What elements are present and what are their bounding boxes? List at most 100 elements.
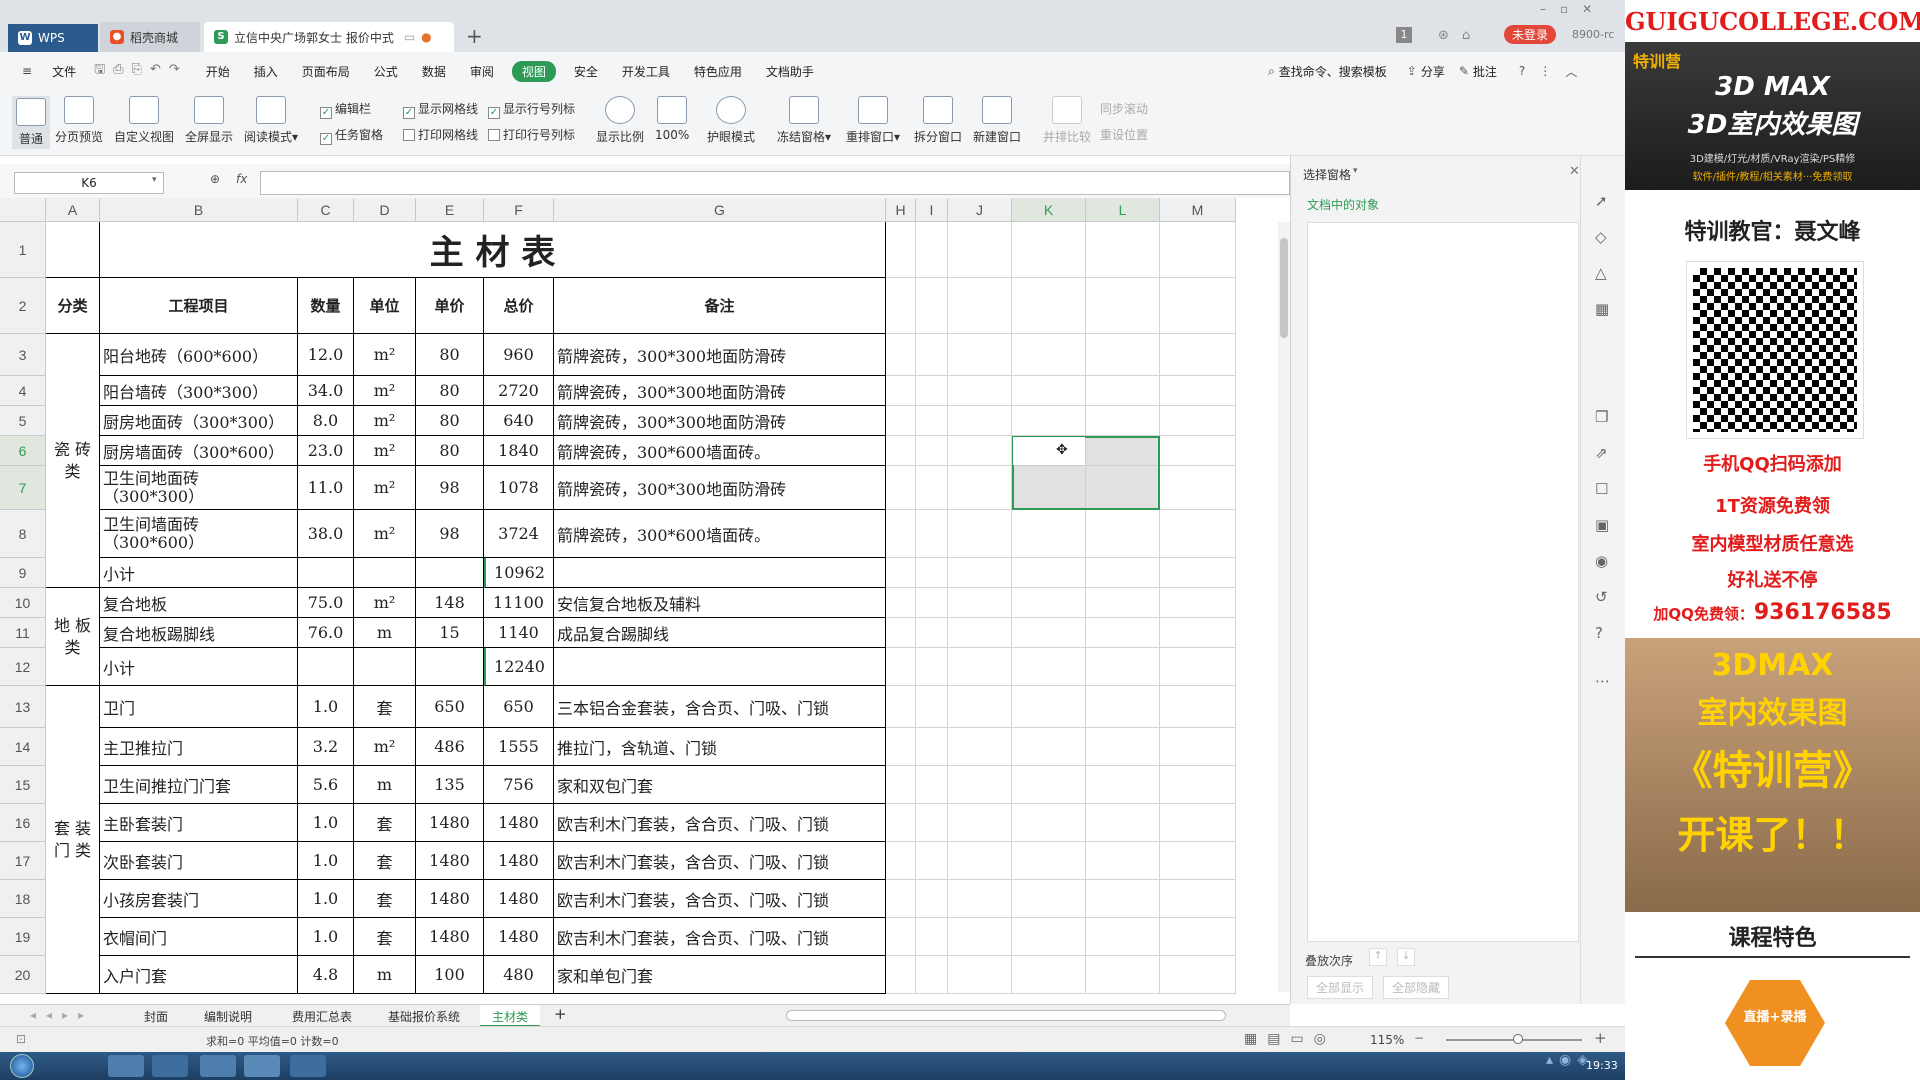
column-header[interactable]: D	[354, 198, 416, 222]
grid-cell[interactable]	[916, 804, 948, 842]
copy-icon[interactable]: ❐	[1595, 408, 1608, 426]
sheet-tab-cover[interactable]: 封面	[144, 1008, 168, 1025]
grid-cell[interactable]	[1012, 956, 1086, 994]
grid-cell[interactable]	[1086, 956, 1160, 994]
cell-price[interactable]	[416, 558, 484, 588]
grid-cell[interactable]	[948, 510, 1012, 558]
cell-item[interactable]: 厨房墙面砖（300*600）	[100, 436, 298, 466]
column-header[interactable]: B	[100, 198, 298, 222]
zoom-formula-icon[interactable]: ⊕	[210, 172, 220, 186]
cell-item[interactable]: 卫生间墙面砖 （300*600）	[100, 510, 298, 558]
cell-total[interactable]: 11100	[484, 588, 554, 618]
row-header[interactable]: 17	[0, 842, 46, 880]
menu-insert[interactable]: 插入	[242, 63, 290, 80]
grid-cell[interactable]	[916, 618, 948, 648]
menu-features[interactable]: 特色应用	[682, 63, 754, 80]
grid-cell[interactable]	[916, 222, 948, 278]
grid-cell[interactable]	[948, 588, 1012, 618]
more-icon[interactable]: ⋮	[1539, 64, 1551, 78]
start-icon[interactable]	[10, 1054, 34, 1078]
quick-access-icons[interactable]: 🖫⎙⎘↶↷	[88, 60, 194, 82]
style-icon[interactable]: △	[1595, 264, 1607, 282]
spreadsheet-grid[interactable]: A B C D E F G H I J K L M 1 2 3 4 5 6 7 8 9 10 11 12 13 14 15 16 17 18…	[0, 198, 1290, 1004]
row-header[interactable]: 6	[0, 436, 46, 466]
cell-price[interactable]: 100	[416, 956, 484, 994]
help-circle-icon[interactable]: ?	[1595, 624, 1603, 642]
column-header[interactable]: G	[554, 198, 886, 222]
grid-cell[interactable]	[1160, 918, 1236, 956]
menu-layout[interactable]: 页面布局	[290, 63, 362, 80]
sheet-tab-base[interactable]: 基础报价系统	[388, 1008, 460, 1025]
grid-cell[interactable]	[948, 334, 1012, 376]
grid-cell[interactable]	[948, 558, 1012, 588]
zoom-level[interactable]: 115%	[1370, 1033, 1404, 1047]
cell-total[interactable]: 1480	[484, 842, 554, 880]
cell-price[interactable]: 98	[416, 510, 484, 558]
menu-formula[interactable]: 公式	[362, 63, 410, 80]
cell-unit[interactable]: 套	[354, 804, 416, 842]
category-cell[interactable]: 瓷 砖 类	[46, 334, 100, 588]
grid-cell[interactable]	[1086, 842, 1160, 880]
arrow-up-icon[interactable]: ↑	[1369, 948, 1387, 966]
grid-cell[interactable]	[46, 222, 100, 278]
cell-note[interactable]: 欧吉利木门套装，含合页、门吸、门锁	[554, 804, 886, 842]
check-show-headers[interactable]: ✓ 显示行号列标	[488, 100, 575, 119]
cell-unit[interactable]: m²	[354, 510, 416, 558]
collapse-ribbon-icon[interactable]: ︿	[1565, 63, 1577, 80]
grid-cell[interactable]	[1160, 618, 1236, 648]
row-header[interactable]: 2	[0, 278, 46, 334]
cell-note[interactable]: 三本铝合金套装，含合页、门吸、门锁	[554, 686, 886, 728]
grid-cell[interactable]	[948, 618, 1012, 648]
custom-view-button[interactable]: 自定义视图	[114, 96, 174, 145]
grid-cell[interactable]	[1160, 466, 1236, 510]
cell-note[interactable]: 欧吉利木门套装，含合页、门吸、门锁	[554, 842, 886, 880]
window-controls[interactable]: –▫✕	[1540, 2, 1606, 16]
row-header[interactable]: 18	[0, 880, 46, 918]
grid-cell[interactable]	[1012, 510, 1086, 558]
table-icon[interactable]: ▦	[1595, 300, 1609, 318]
row-header[interactable]: 4	[0, 376, 46, 406]
grid-cell[interactable]	[1086, 558, 1160, 588]
cell-unit[interactable]: m	[354, 766, 416, 804]
grid-cell[interactable]	[886, 376, 916, 406]
cell-price[interactable]: 1480	[416, 804, 484, 842]
cell-item[interactable]: 小计	[100, 648, 298, 686]
cell-qty[interactable]: 1.0	[298, 686, 354, 728]
grid-cell[interactable]	[1086, 766, 1160, 804]
cell-note[interactable]: 欧吉利木门套装，含合页、门吸、门锁	[554, 880, 886, 918]
grid-cell[interactable]	[916, 510, 948, 558]
share-button[interactable]: 分享	[1421, 63, 1445, 80]
sheet-tab-active[interactable]: 主材类	[480, 1005, 541, 1027]
column-header[interactable]: H	[886, 198, 916, 222]
cell-total[interactable]: 12240	[484, 648, 554, 686]
cell-total[interactable]: 1140	[484, 618, 554, 648]
grid-cell[interactable]	[1160, 804, 1236, 842]
reset-position-button[interactable]: 重设位置	[1100, 126, 1148, 143]
row-header[interactable]: 15	[0, 766, 46, 804]
cell-item[interactable]: 衣帽间门	[100, 918, 298, 956]
cell-item[interactable]: 小孩房套装门	[100, 880, 298, 918]
cell-price[interactable]	[416, 648, 484, 686]
zoom-button[interactable]: 显示比例	[596, 96, 644, 145]
menu-assistant[interactable]: 文档助手	[754, 63, 826, 80]
grid-cell[interactable]	[1012, 558, 1086, 588]
column-header[interactable]: F	[484, 198, 554, 222]
zoom-in-icon[interactable]: +	[1594, 1029, 1607, 1047]
cell-note[interactable]: 推拉门，含轨道、门锁	[554, 728, 886, 766]
grid-cell[interactable]	[916, 278, 948, 334]
grid-cell[interactable]	[1160, 588, 1236, 618]
cell-unit[interactable]	[354, 558, 416, 588]
grid-cell[interactable]	[1086, 918, 1160, 956]
cell-unit[interactable]: m	[354, 956, 416, 994]
grid-cell[interactable]	[886, 466, 916, 510]
cell-total[interactable]: 1078	[484, 466, 554, 510]
grid-cell[interactable]	[948, 728, 1012, 766]
cell-price[interactable]: 1480	[416, 918, 484, 956]
grid-cell[interactable]	[916, 956, 948, 994]
grid-cell[interactable]	[1086, 728, 1160, 766]
cell-qty[interactable]	[298, 558, 354, 588]
grid-cell[interactable]	[1086, 278, 1160, 334]
table-header[interactable]: 分类	[46, 278, 100, 334]
column-header[interactable]: A	[46, 198, 100, 222]
grid-cell[interactable]	[1086, 406, 1160, 436]
